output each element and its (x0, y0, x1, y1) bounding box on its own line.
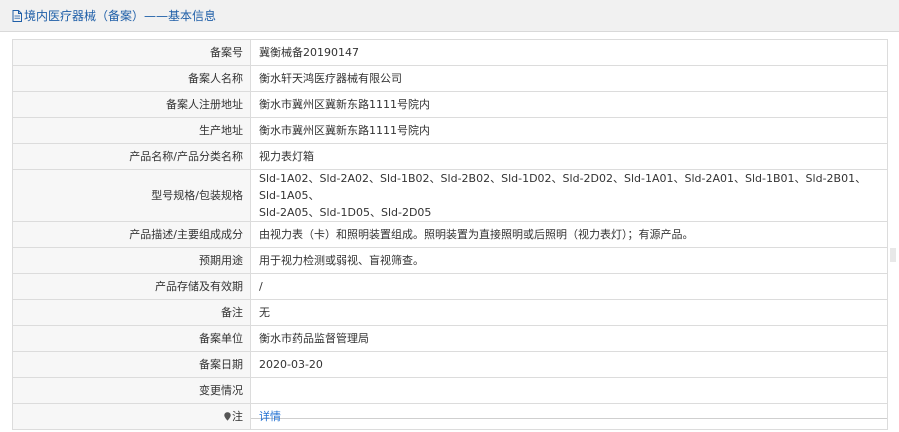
table-row: 备案单位 衡水市药品监督管理局 (12, 325, 888, 352)
note-label: 注 (232, 410, 243, 423)
page-title: 境内医疗器械（备案）——基本信息 (12, 9, 216, 23)
table-row: 备案人名称 衡水轩天鸿医疗器械有限公司 (12, 65, 888, 92)
row-label: 产品名称/产品分类名称 (12, 143, 251, 170)
table-row: 预期用途 用于视力检测或弱视、盲视筛查。 (12, 247, 888, 274)
table-row: 备案人注册地址 衡水市冀州区冀新东路1111号院内 (12, 91, 888, 118)
scrollbar-thumb[interactable] (890, 248, 896, 262)
row-label: 备案单位 (12, 325, 251, 352)
row-value: 衡水市冀州区冀新东路1111号院内 (250, 91, 888, 118)
info-panel: 备案号 冀衡械备20190147 备案人名称 衡水轩天鸿医疗器械有限公司 备案人… (12, 39, 888, 430)
row-value (250, 377, 888, 404)
row-label: 型号规格/包装规格 (12, 169, 251, 222)
row-label: 生产地址 (12, 117, 251, 144)
table-row: 备案日期 2020-03-20 (12, 351, 888, 378)
table-row: 产品描述/主要组成成分 由视力表（卡）和照明装置组成。照明装置为直接照明或后照明… (12, 221, 888, 248)
table-row: 产品存储及有效期 / (12, 273, 888, 300)
row-value: 用于视力检测或弱视、盲视筛查。 (250, 247, 888, 274)
table-row: 备注 无 (12, 299, 888, 326)
row-value: 无 (250, 299, 888, 326)
table-row: 备案号 冀衡械备20190147 (12, 39, 888, 66)
model-spec-line: Sld-1A02、Sld-2A02、Sld-1B02、Sld-2B02、Sld-… (259, 172, 867, 202)
model-spec-line: Sld-2A05、Sld-1D05、Sld-2D05 (259, 206, 432, 219)
row-label: 产品存储及有效期 (12, 273, 251, 300)
row-label: 变更情况 (12, 377, 251, 404)
row-label: 注 (12, 403, 251, 430)
document-icon (12, 10, 22, 22)
info-table: 备案号 冀衡械备20190147 备案人名称 衡水轩天鸿医疗器械有限公司 备案人… (12, 39, 888, 430)
table-row: 产品名称/产品分类名称 视力表灯箱 (12, 143, 888, 170)
row-value: 2020-03-20 (250, 351, 888, 378)
row-label: 备案人注册地址 (12, 91, 251, 118)
row-label: 备案日期 (12, 351, 251, 378)
row-value: 由视力表（卡）和照明装置组成。照明装置为直接照明或后照明（视力表灯）；有源产品。 (250, 221, 888, 248)
table-row: 变更情况 (12, 377, 888, 404)
table-row: 注 详情 (12, 403, 888, 430)
row-value: 详情 (250, 403, 888, 430)
row-label: 产品描述/主要组成成分 (12, 221, 251, 248)
page-title-text: 境内医疗器械（备案）——基本信息 (24, 9, 217, 23)
row-value: 衡水市药品监督管理局 (250, 325, 888, 352)
row-label: 备案号 (12, 39, 251, 66)
row-value: 衡水轩天鸿医疗器械有限公司 (250, 65, 888, 92)
location-pin-icon (224, 412, 231, 421)
row-value: 视力表灯箱 (250, 143, 888, 170)
title-bar: 境内医疗器械（备案）——基本信息 (0, 0, 899, 32)
row-value: / (250, 273, 888, 300)
details-link[interactable]: 详情 (259, 410, 281, 423)
row-label: 预期用途 (12, 247, 251, 274)
row-value: 冀衡械备20190147 (250, 39, 888, 66)
row-value: 衡水市冀州区冀新东路1111号院内 (250, 117, 888, 144)
table-row: 型号规格/包装规格 Sld-1A02、Sld-2A02、Sld-1B02、Sld… (12, 169, 888, 222)
row-value: Sld-1A02、Sld-2A02、Sld-1B02、Sld-2B02、Sld-… (250, 169, 888, 222)
row-label: 备注 (12, 299, 251, 326)
row-label: 备案人名称 (12, 65, 251, 92)
table-row: 生产地址 衡水市冀州区冀新东路1111号院内 (12, 117, 888, 144)
